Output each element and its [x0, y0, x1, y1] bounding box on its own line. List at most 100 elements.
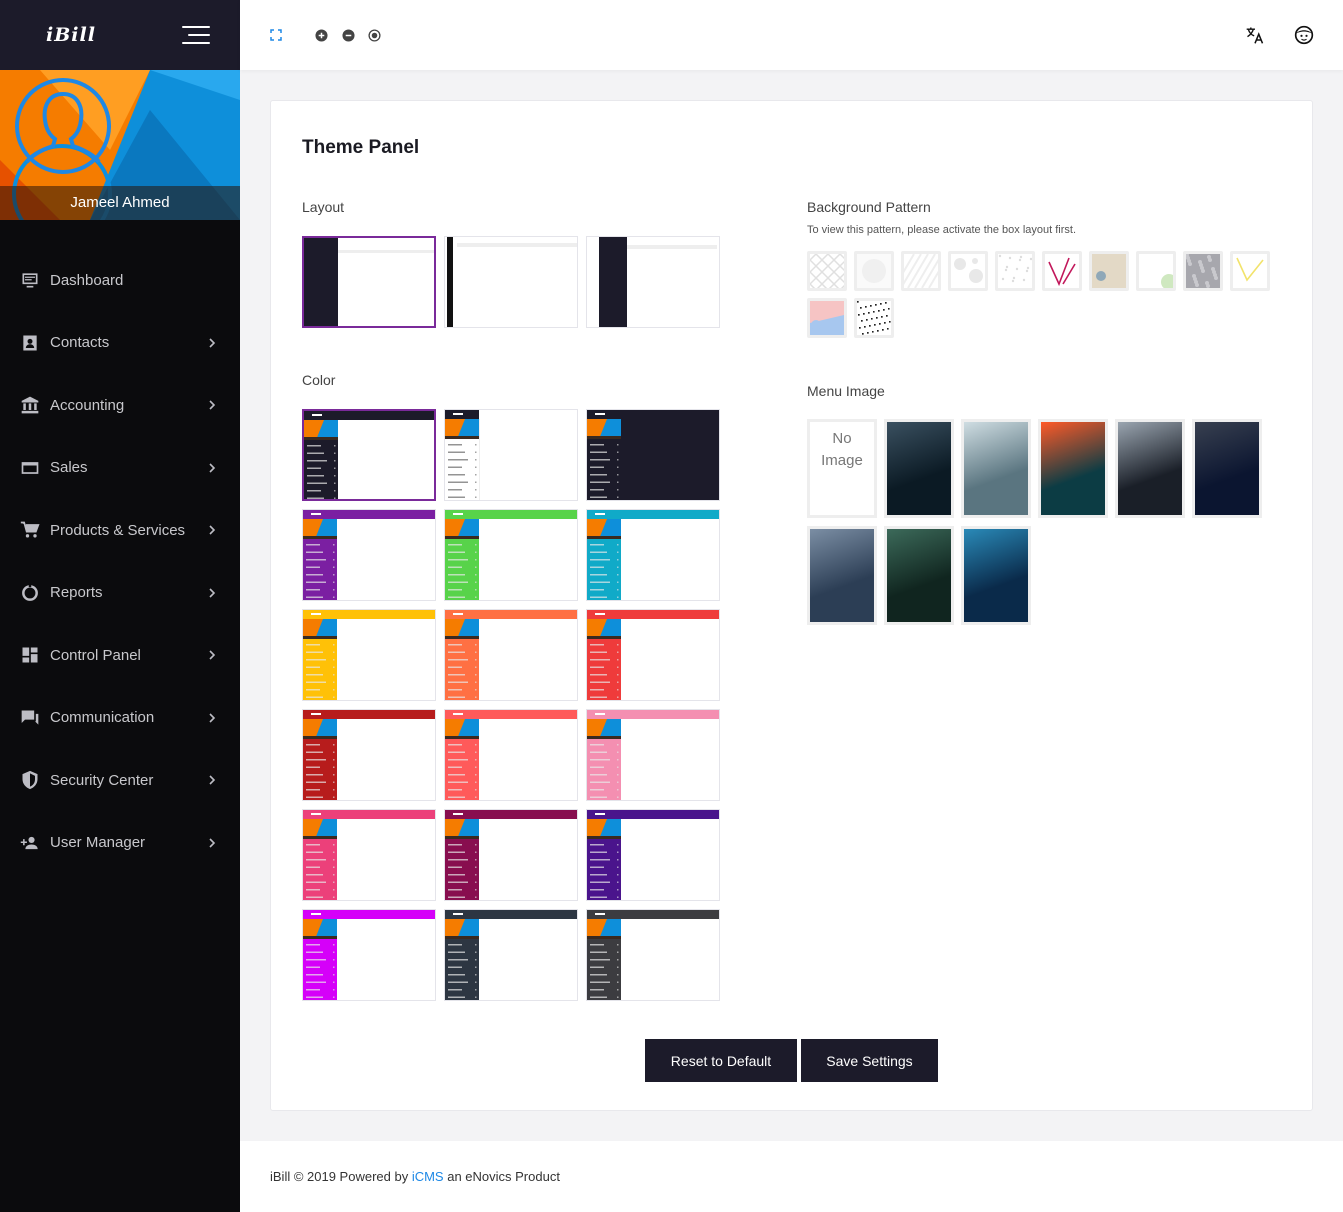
sidebar-item-label: User Manager: [50, 834, 146, 852]
rain-dark-image[interactable]: [884, 419, 954, 518]
color-option-green[interactable]: [444, 509, 578, 601]
line-yellow-pattern[interactable]: [1230, 251, 1270, 291]
save-settings-button[interactable]: Save Settings: [801, 1039, 938, 1082]
dashboard-icon: [20, 270, 40, 290]
color-option-cyan[interactable]: [586, 509, 720, 601]
chevron-right-icon: [209, 588, 216, 598]
profile-banner: Jameel Ahmed: [0, 70, 240, 220]
chevron-right-icon: [209, 650, 216, 660]
sidebar-item-label: Reports: [50, 584, 103, 602]
stripe-pattern[interactable]: [901, 251, 941, 291]
line-magenta-pattern[interactable]: [1042, 251, 1082, 291]
background-pattern-note: To view this pattern, please activate th…: [807, 224, 1077, 236]
glitter-image[interactable]: [884, 526, 954, 625]
sunset-sea-image[interactable]: [1038, 419, 1108, 518]
chevron-right-icon: [209, 838, 216, 848]
grey-noise-pattern[interactable]: [1183, 251, 1223, 291]
diamond-pattern[interactable]: [807, 251, 847, 291]
layout-option-boxed-light[interactable]: [444, 236, 578, 328]
zoom-out-icon[interactable]: [340, 27, 356, 43]
city-street-image[interactable]: [1115, 419, 1185, 518]
no-image-text: No: [832, 430, 852, 447]
forest-fog-image[interactable]: [961, 419, 1031, 518]
color-option-magenta[interactable]: [302, 909, 436, 1001]
avatar[interactable]: [13, 76, 113, 176]
sidebar-item-dashboard[interactable]: Dashboard: [0, 249, 240, 312]
color-option-coral[interactable]: [444, 709, 578, 801]
sidebar-item-control-panel[interactable]: Control Panel: [0, 624, 240, 687]
beige-pattern[interactable]: [1089, 251, 1129, 291]
black-noise-pattern[interactable]: [854, 298, 894, 338]
color-label: Color: [302, 372, 336, 388]
sidebar-item-label: Security Center: [50, 771, 154, 789]
user-face-icon[interactable]: [1293, 24, 1315, 46]
color-option-purple[interactable]: [302, 509, 436, 601]
color-option-dark-red[interactable]: [302, 709, 436, 801]
sidebar: iBill Jameel Ahmed Dashboard Contacts Ac…: [0, 0, 240, 1212]
pink-blue-pattern[interactable]: [807, 298, 847, 338]
background-pattern-label: Background Pattern: [807, 199, 931, 215]
donut-chart-icon: [20, 583, 40, 603]
underwater-image[interactable]: [961, 526, 1031, 625]
user-name[interactable]: Jameel Ahmed: [0, 186, 240, 220]
page-title: Theme Panel: [302, 137, 420, 158]
chevron-right-icon: [209, 775, 216, 785]
shield-icon: [20, 770, 40, 790]
color-option-default[interactable]: [302, 409, 436, 501]
footer-suffix: an eNovics Product: [443, 1169, 560, 1184]
color-option-dark[interactable]: [586, 409, 720, 501]
icms-link[interactable]: iCMS: [412, 1169, 444, 1184]
contacts-icon: [20, 333, 40, 353]
color-option-graphite[interactable]: [586, 909, 720, 1001]
chevron-right-icon: [209, 463, 216, 473]
no-image-text: Image: [821, 452, 863, 469]
night-tree-image[interactable]: [1192, 419, 1262, 518]
hamburger-menu-icon[interactable]: [182, 26, 210, 44]
no-image-option[interactable]: No Image: [807, 419, 877, 518]
chevron-right-icon: [209, 338, 216, 348]
theme-panel-card: Theme Panel Layout Color Background Patt…: [270, 100, 1313, 1111]
sidebar-item-security-center[interactable]: Security Center: [0, 749, 240, 812]
translate-icon[interactable]: [1244, 24, 1266, 46]
chat-icon: [20, 708, 40, 728]
color-option-amber[interactable]: [302, 609, 436, 701]
sidebar-item-label: Accounting: [50, 396, 125, 414]
blob-pattern[interactable]: [948, 251, 988, 291]
ocean-rocks-image[interactable]: [807, 526, 877, 625]
color-option-orange[interactable]: [444, 609, 578, 701]
green-dot-pattern[interactable]: [1136, 251, 1176, 291]
sidebar-item-communication[interactable]: Communication: [0, 687, 240, 750]
sidebar-item-user-manager[interactable]: User Manager: [0, 812, 240, 875]
sidebar-item-contacts[interactable]: Contacts: [0, 312, 240, 375]
speck-pattern[interactable]: [995, 251, 1035, 291]
brand-logo[interactable]: iBill: [46, 24, 96, 46]
color-option-indigo[interactable]: [586, 809, 720, 901]
grid-icon: [20, 645, 40, 665]
sidebar-item-sales[interactable]: Sales: [0, 437, 240, 500]
color-option-pink[interactable]: [586, 709, 720, 801]
layout-option-boxed-dark[interactable]: [586, 236, 720, 328]
zoom-in-icon[interactable]: [313, 27, 329, 43]
sidebar-menu: Dashboard Contacts Accounting Sales Prod…: [0, 249, 240, 874]
color-option-red[interactable]: [586, 609, 720, 701]
sidebar-item-reports[interactable]: Reports: [0, 562, 240, 625]
sidebar-item-label: Communication: [50, 709, 155, 727]
layout-option-full[interactable]: [302, 236, 436, 328]
color-option-maroon[interactable]: [444, 809, 578, 901]
footer-prefix: iBill © 2019 Powered by: [270, 1169, 412, 1184]
fullscreen-icon[interactable]: [268, 27, 284, 43]
color-option-light[interactable]: [444, 409, 578, 501]
bank-icon: [20, 395, 40, 415]
reset-to-default-button[interactable]: Reset to Default: [645, 1039, 797, 1082]
reset-zoom-icon[interactable]: [366, 27, 382, 43]
sidebar-item-products-services[interactable]: Products & Services: [0, 499, 240, 562]
cart-icon: [20, 520, 40, 540]
sidebar-item-label: Sales: [50, 459, 88, 477]
sidebar-item-label: Products & Services: [50, 521, 186, 539]
color-option-slate[interactable]: [444, 909, 578, 1001]
color-option-rose[interactable]: [302, 809, 436, 901]
sidebar-item-label: Dashboard: [50, 271, 124, 289]
sidebar-item-label: Contacts: [50, 334, 110, 352]
sidebar-item-accounting[interactable]: Accounting: [0, 374, 240, 437]
circle-pattern[interactable]: [854, 251, 894, 291]
